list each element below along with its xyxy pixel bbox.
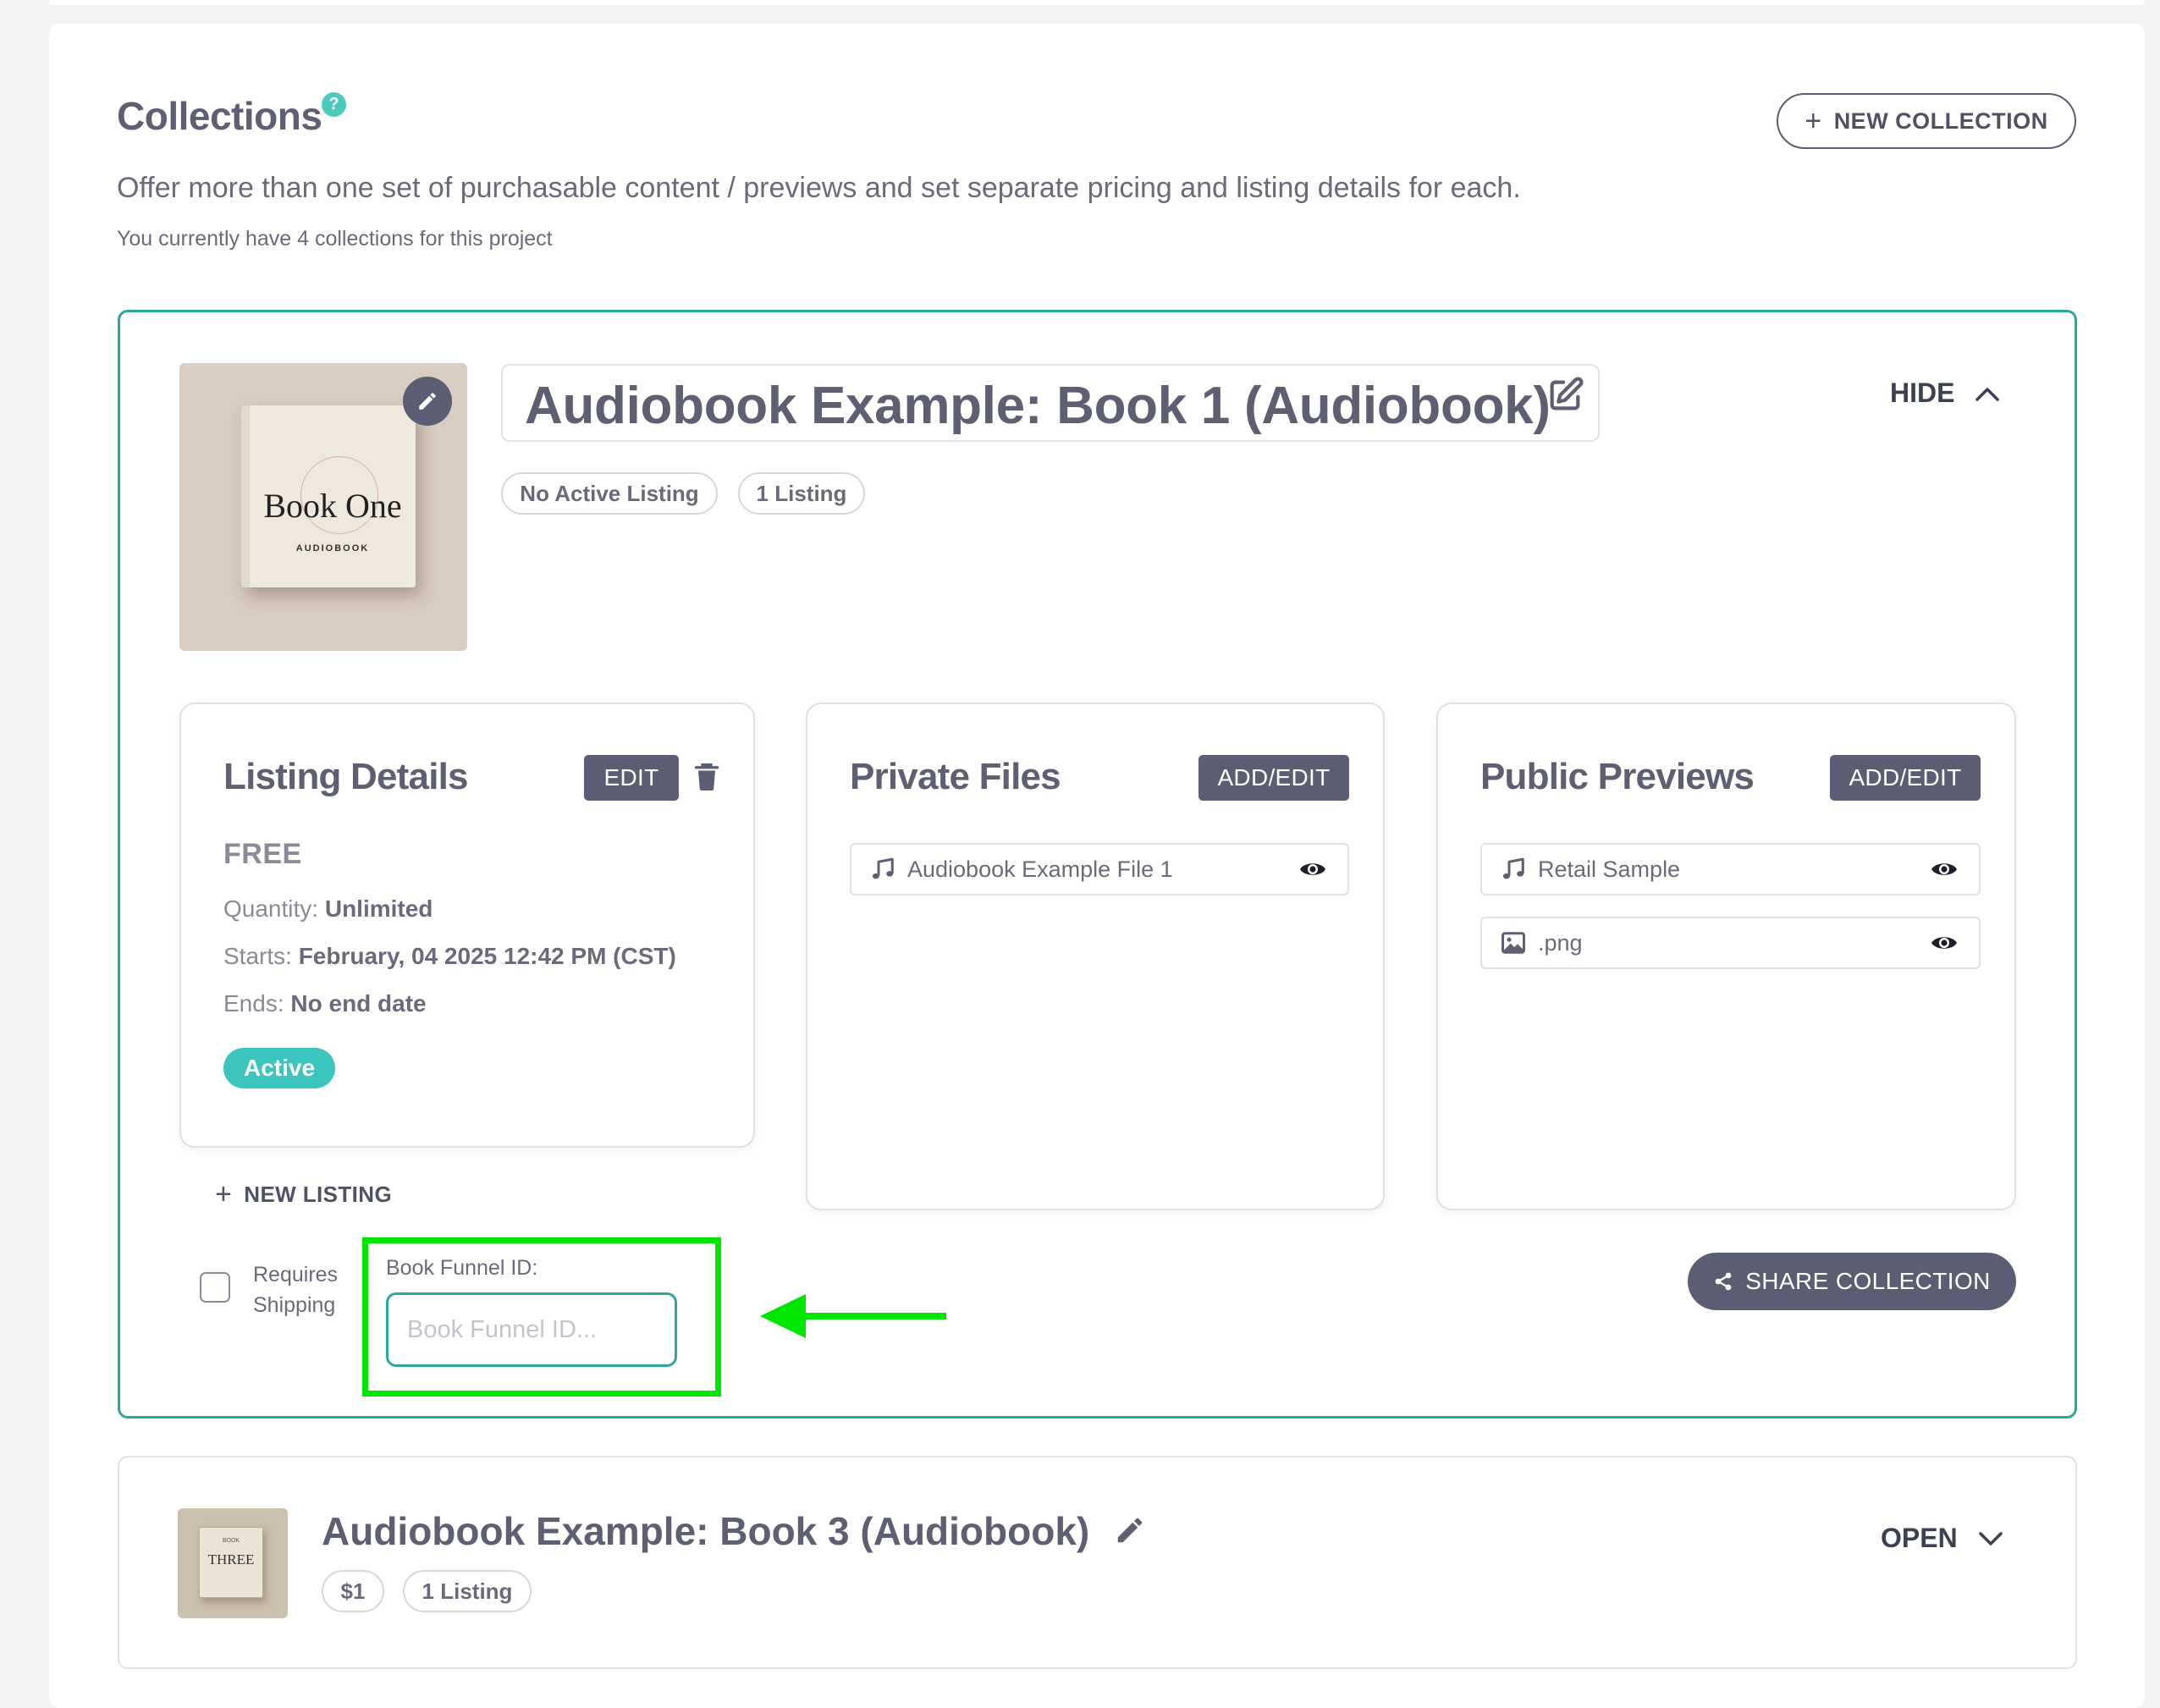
share-collection-label: SHARE COLLECTION [1745,1268,1991,1294]
collection-card-collapsed[interactable] [118,1456,2077,1669]
public-previews-add-edit-button[interactable]: ADD/EDIT [1830,755,1981,801]
share-icon [1715,1272,1732,1291]
cover-subtitle: BOOK [222,1538,240,1544]
edit-square-icon[interactable] [1546,376,1584,415]
arrow-left-annotation [760,1294,946,1338]
private-file-name: Audiobook Example File 1 [907,856,1173,882]
quantity-value: Unlimited [324,895,433,922]
public-preview-row[interactable]: Retail Sample [1480,843,1981,895]
public-preview-row[interactable]: .png [1480,917,1981,969]
new-listing-label: NEW LISTING [244,1181,393,1207]
edit-listing-button[interactable]: EDIT [584,755,679,801]
quantity-label: Quantity: [223,895,319,922]
hide-label: HIDE [1890,377,1955,408]
cover-title: THREE [207,1551,255,1568]
starts-label: Starts: [223,943,292,969]
eye-icon[interactable] [1930,859,1959,879]
eye-icon[interactable] [1930,933,1959,953]
listing-price: FREE [223,838,302,870]
requires-shipping-line2: Shipping [253,1293,336,1317]
edit-cover-button[interactable] [403,377,452,426]
requires-shipping-checkbox[interactable] [200,1272,230,1303]
pencil-icon[interactable] [1114,1514,1146,1546]
price-badge: $1 [322,1570,384,1612]
collection-title-text: Audiobook Example: Book 3 (Audiobook) [322,1509,1090,1553]
top-panel-edge [49,0,2145,5]
public-preview-name: Retail Sample [1538,856,1681,882]
new-listing-button[interactable]: + NEW LISTING [215,1180,392,1209]
help-icon[interactable]: ? [322,92,346,117]
active-status-badge: Active [223,1048,335,1088]
private-files-add-edit-button[interactable]: ADD/EDIT [1198,755,1349,801]
new-collection-button[interactable]: + NEW COLLECTION [1777,93,2076,149]
collection-title: Audiobook Example: Book 3 (Audiobook) [322,1508,1146,1554]
private-file-row[interactable]: Audiobook Example File 1 [850,843,1349,895]
book-illustration: BOOK THREE [199,1527,263,1598]
book-illustration: Book One AUDIOBOOK [241,405,416,587]
share-collection-button[interactable]: SHARE COLLECTION [1688,1253,2016,1310]
listing-details-heading: Listing Details [223,756,469,797]
new-collection-label: NEW COLLECTION [1833,107,2048,134]
requires-shipping-label: Requires Shipping [253,1259,338,1320]
eye-icon[interactable] [1298,859,1327,879]
starts-value: February, 04 2025 12:42 PM (CST) [298,943,676,969]
music-icon [1502,857,1524,879]
image-icon [1502,932,1525,954]
listing-count-badge: 1 Listing [403,1570,532,1612]
private-files-heading: Private Files [850,756,1061,797]
public-previews-heading: Public Previews [1480,756,1755,797]
ends-label: Ends: [223,990,284,1017]
chevron-up-icon [1975,387,2000,401]
page-title: Collections [117,94,322,138]
ends-row: Ends: No end date [223,990,427,1017]
book-funnel-label: Book Funnel ID: [386,1256,538,1280]
pencil-icon [419,393,436,410]
book-funnel-id-input[interactable] [386,1292,677,1367]
plus-icon: + [1805,105,1822,137]
collection-cover-thumbnail: BOOK THREE [178,1508,288,1618]
collection-title-field[interactable]: Audiobook Example: Book 1 (Audiobook) [501,364,1600,442]
trash-icon[interactable] [694,762,719,792]
listing-count-badge: 1 Listing [738,472,865,515]
open-toggle[interactable]: OPEN [1881,1523,2003,1554]
hide-toggle[interactable]: HIDE [1890,377,2000,409]
page-subtitle: Offer more than one set of purchasable c… [117,172,1521,204]
ends-value: No end date [290,990,427,1017]
collection-title: Audiobook Example: Book 1 (Audiobook) [525,377,1551,435]
quantity-row: Quantity: Unlimited [223,895,433,923]
listing-status-badge: No Active Listing [501,472,718,515]
music-icon [872,857,894,879]
cover-title: Book One [263,487,402,525]
starts-row: Starts: February, 04 2025 12:42 PM (CST) [223,943,676,970]
requires-shipping-line1: Requires [253,1263,339,1287]
collection-count: You currently have 4 collections for thi… [117,227,553,251]
open-label: OPEN [1881,1523,1958,1553]
chevron-down-icon [1978,1531,2003,1545]
cover-subtitle: AUDIOBOOK [295,543,370,554]
public-preview-name: .png [1538,929,1583,956]
plus-icon: + [215,1178,233,1210]
